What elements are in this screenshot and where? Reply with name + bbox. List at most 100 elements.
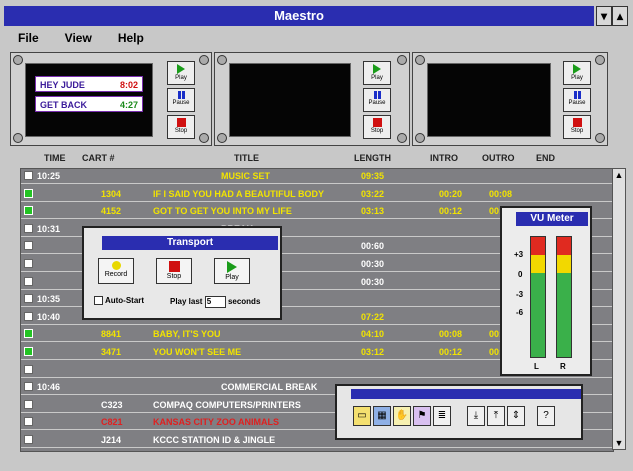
play-label: Play (175, 75, 187, 81)
vu-scale-minus3: -3 (516, 290, 524, 299)
row-time: 10:46 (37, 382, 61, 393)
event-icon (24, 311, 33, 321)
event-icon (24, 241, 33, 251)
download-icon[interactable]: ⤓ (467, 406, 485, 426)
playlist-row[interactable]: 10:25 MUSIC SET 09:35 (21, 169, 613, 184)
play-icon (227, 261, 237, 273)
window-title-bar: Maestro (4, 6, 594, 26)
screw-icon (217, 55, 227, 65)
row-title: KANSAS CITY ZOO ANIMALS (153, 417, 280, 428)
deck-1: HEY JUDE 8:02 GET BACK 4:27 Play Pause S… (10, 52, 212, 146)
deck-song[interactable]: HEY JUDE 8:02 (35, 76, 143, 92)
col-outro[interactable]: OUTRO (482, 153, 515, 163)
play-button[interactable]: Play (563, 61, 591, 85)
row-length: 07:22 (361, 311, 385, 322)
pause-button[interactable]: Pause (563, 88, 591, 112)
record-button[interactable]: Record (98, 258, 134, 284)
row-intro: 00:12 (439, 347, 463, 357)
stop-button[interactable]: Stop (167, 115, 195, 139)
play-button[interactable]: Play (167, 61, 195, 85)
event-icon (24, 364, 33, 374)
row-length: 03:22 (361, 188, 385, 199)
deck-3: Play Pause Stop (412, 52, 608, 146)
screw-icon (397, 133, 407, 143)
row-title: COMPAQ COMPUTERS/PRINTERS (153, 399, 301, 410)
vu-right-label: R (560, 362, 566, 371)
transport-play-button[interactable]: Play (214, 258, 250, 284)
auto-start-checkbox[interactable]: Auto-Start (94, 296, 145, 306)
menu-help[interactable]: Help (118, 28, 144, 48)
sort-icon[interactable]: ⇕ (507, 406, 525, 426)
deck-1-display: HEY JUDE 8:02 GET BACK 4:27 (25, 63, 153, 137)
hand-icon[interactable]: ✋ (393, 406, 411, 426)
row-cart: C821 (101, 417, 123, 428)
auto-start-label: Auto-Start (104, 296, 145, 305)
row-outro: 00:08 (489, 188, 513, 199)
event-icon (24, 435, 33, 444)
screw-icon (199, 55, 209, 65)
play-icon (573, 64, 581, 74)
event-icon (24, 417, 33, 427)
col-length[interactable]: LENGTH (354, 153, 391, 163)
folder-icon[interactable]: ▭ (353, 406, 371, 426)
col-title[interactable]: TITLE (234, 153, 259, 163)
col-cart[interactable]: CART # (82, 153, 115, 163)
vu-scale-plus3: +3 (514, 250, 524, 259)
screw-icon (217, 133, 227, 143)
row-length: 00:30 (361, 259, 385, 269)
vu-red-zone (531, 237, 545, 255)
stop-icon (176, 118, 186, 127)
vu-green-zone (531, 273, 545, 357)
scroll-up-icon[interactable]: ▲ (613, 169, 625, 181)
row-title: KCCC STATION ID & JINGLE (153, 435, 276, 445)
col-end[interactable]: END (536, 153, 555, 163)
pause-button[interactable]: Pause (363, 88, 391, 112)
row-length: 04:10 (361, 329, 385, 340)
row-title: BABY, IT'S YOU (153, 329, 221, 340)
row-cart: 8841 (101, 329, 122, 340)
checkbox-box[interactable] (94, 296, 103, 306)
transport-stop-button[interactable]: Stop (156, 258, 192, 284)
row-title: COMMERCIAL BREAK (221, 382, 318, 393)
notes-icon[interactable]: ≣ (433, 406, 451, 426)
menu-file[interactable]: File (18, 28, 39, 48)
vu-scale-0: 0 (518, 270, 523, 279)
deck-song[interactable]: GET BACK 4:27 (35, 96, 143, 112)
seconds-input[interactable]: 5 (204, 296, 226, 308)
col-time[interactable]: TIME (44, 153, 66, 163)
row-title: YOU WON'T SEE ME (153, 347, 242, 357)
screw-icon (595, 133, 605, 143)
col-intro[interactable]: INTRO (430, 153, 458, 163)
pause-label: Pause (568, 100, 586, 106)
minimize-button[interactable]: ▾ (596, 6, 612, 26)
tool-icon[interactable]: ⚑ (413, 406, 431, 426)
help-icon[interactable]: ? (537, 406, 555, 426)
stop-button[interactable]: Stop (363, 115, 391, 139)
row-length: 09:35 (361, 171, 385, 181)
vertical-scrollbar[interactable]: ▲ ▼ (612, 168, 626, 450)
row-time: 10:31 (37, 223, 61, 234)
seconds-label: seconds (227, 297, 261, 306)
event-icon (24, 259, 33, 268)
play-label: Play (225, 274, 239, 281)
playlist-row[interactable]: 1304 IF I SAID YOU HAD A BEAUTIFUL BODY 03… (21, 187, 613, 202)
menu-view[interactable]: View (65, 28, 92, 48)
maximize-button[interactable]: ▴ (612, 6, 628, 26)
stop-icon (168, 261, 180, 272)
song-duration: 4:27 (119, 100, 138, 110)
row-cart: 4152 (101, 206, 122, 217)
event-icon (24, 382, 33, 392)
stop-label: Stop (370, 128, 384, 134)
vu-scale-minus6: -6 (516, 308, 524, 317)
pause-button[interactable]: Pause (167, 88, 195, 112)
play-button[interactable]: Play (363, 61, 391, 85)
upload-icon[interactable]: ⤒ (487, 406, 505, 426)
stop-icon (572, 118, 582, 127)
pause-icon (573, 91, 581, 99)
song-event-icon (24, 329, 33, 339)
row-cart: C323 (101, 399, 123, 410)
scroll-down-icon[interactable]: ▼ (613, 437, 625, 449)
stop-button[interactable]: Stop (563, 115, 591, 139)
image-icon[interactable]: ▦ (373, 406, 391, 426)
transport-window: Transport Record Stop Play Auto-Start Pl… (82, 226, 282, 320)
